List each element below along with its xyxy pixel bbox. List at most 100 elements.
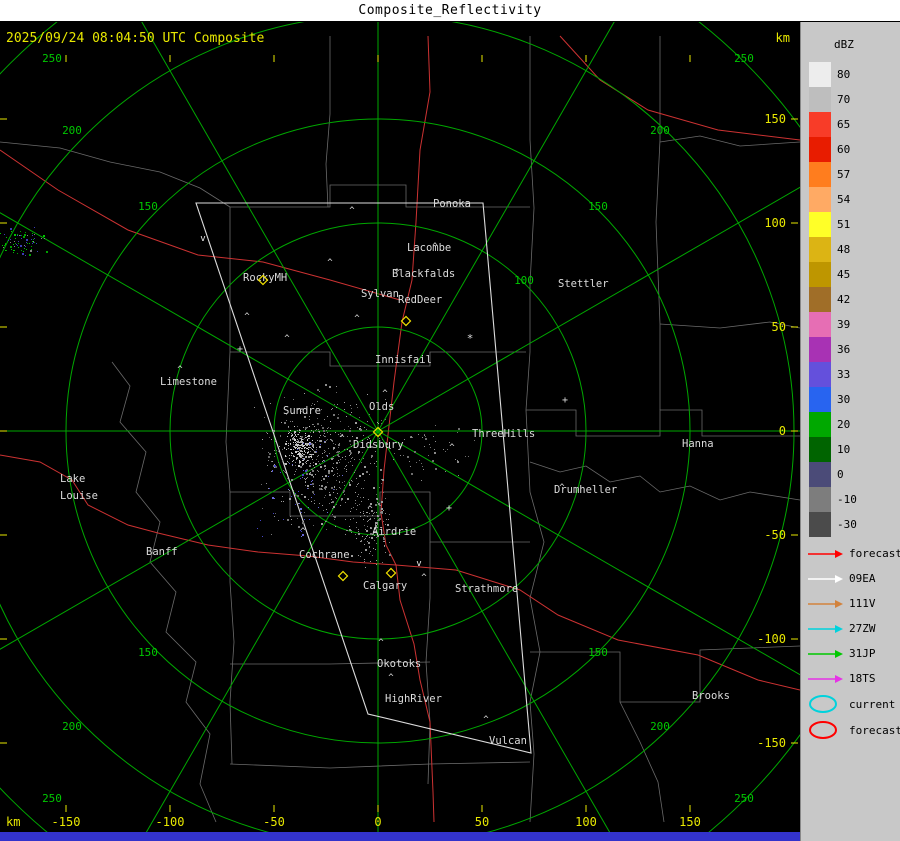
dbz-scale-row: 54 (809, 187, 857, 212)
echo-pixel (296, 443, 297, 444)
echo-pixel (305, 444, 306, 445)
echo-pixel (290, 444, 291, 445)
echo-pixel (303, 439, 304, 440)
track-arrow-icon (808, 549, 843, 558)
echo-pixel (278, 449, 279, 450)
echo-pixel (403, 455, 404, 456)
echo-pixel (410, 436, 411, 437)
echo-pixel (418, 434, 419, 435)
echo-pixel (337, 493, 338, 494)
echo-pixel (376, 461, 377, 462)
echo-pixel (308, 444, 309, 445)
echo-pixel (24, 234, 26, 236)
echo-pixel (366, 429, 367, 430)
echo-pixel (269, 488, 270, 489)
echo-pixel (377, 422, 378, 423)
echo-pixel (352, 436, 353, 437)
echo-pixel (346, 416, 347, 417)
echo-pixel (302, 444, 303, 445)
echo-pixel (379, 505, 380, 506)
echo-pixel (285, 472, 286, 473)
echo-pixel (291, 453, 292, 454)
echo-pixel (435, 468, 437, 470)
echo-pixel (288, 433, 289, 434)
echo-pixel (327, 428, 328, 429)
echo-pixel (358, 494, 359, 495)
echo-pixel (295, 442, 296, 443)
dbz-value: 39 (837, 318, 851, 331)
echo-pixel (339, 451, 340, 452)
echo-pixel (33, 241, 34, 242)
echo-pixel (309, 454, 310, 455)
echo-pixel (302, 494, 303, 495)
echo-pixel (378, 503, 380, 505)
echo-pixel (18, 241, 19, 242)
echo-pixel (369, 553, 370, 554)
echo-pixel (443, 449, 444, 450)
echo-pixel (383, 521, 384, 522)
echo-pixel (340, 505, 341, 506)
echo-pixel (364, 539, 365, 540)
echo-pixel (303, 427, 304, 428)
echo-pixel (283, 501, 284, 502)
echo-pixel (358, 483, 359, 484)
echo-pixel (23, 236, 25, 238)
horizontal-scrollbar[interactable] (0, 832, 800, 841)
echo-pixel (368, 542, 370, 544)
echo-pixel (26, 249, 27, 250)
echo-pixel (324, 465, 326, 467)
dbz-value: 33 (837, 368, 851, 381)
echo-pixel (305, 443, 306, 444)
echo-pixel (312, 470, 314, 472)
echo-pixel (376, 564, 377, 565)
range-label: 200 (650, 124, 670, 137)
echo-pixel (325, 451, 326, 452)
echo-pixel (337, 417, 339, 419)
echo-pixel (2, 245, 3, 246)
radar-display: 100 150 200 250 150 200 250 150 200 250 150 200 250 2… (0, 22, 800, 841)
echo-pixel (356, 509, 357, 510)
echo-pixel (295, 495, 296, 496)
echo-pixel (320, 440, 322, 442)
range-label: 150 (588, 200, 608, 213)
echo-pixel (288, 431, 289, 432)
y-axis-label: 0 (779, 424, 786, 438)
echo-pixel (352, 465, 353, 466)
echo-pixel (370, 463, 371, 464)
dbz-swatch (809, 262, 831, 287)
echo-pixel (272, 461, 273, 462)
echo-pixel (345, 456, 346, 457)
echo-pixel (298, 434, 299, 435)
echo-pixel (292, 434, 293, 435)
echo-pixel (361, 540, 362, 541)
echo-pixel (31, 246, 32, 247)
echo-pixel (323, 435, 324, 436)
echo-pixel (14, 250, 15, 251)
echo-pixel (360, 541, 361, 542)
echo-pixel (339, 475, 340, 476)
echo-pixel (340, 421, 341, 422)
echo-pixel (353, 507, 354, 508)
echo-pixel (291, 496, 292, 497)
echo-pixel (282, 449, 283, 450)
echo-pixel (297, 426, 298, 427)
city-label: Strathmore (455, 583, 518, 595)
echo-pixel (294, 436, 295, 437)
echo-pixel (295, 448, 296, 449)
echo-pixel (324, 436, 325, 437)
echo-pixel (375, 524, 376, 525)
echo-pixel (305, 427, 307, 429)
echo-pixel (373, 487, 375, 489)
echo-pixel (271, 534, 272, 535)
echo-pixel (303, 443, 304, 444)
echo-pixel (376, 499, 377, 500)
x-axis-label: 100 (575, 815, 597, 829)
echo-pixel (328, 472, 330, 474)
echo-pixel (336, 452, 337, 453)
echo-pixel (331, 458, 333, 460)
echo-pixel (360, 556, 361, 557)
echo-pixel (295, 447, 296, 448)
echo-pixel (312, 459, 313, 460)
city-label: Olds (369, 401, 394, 413)
echo-pixel (290, 430, 291, 431)
